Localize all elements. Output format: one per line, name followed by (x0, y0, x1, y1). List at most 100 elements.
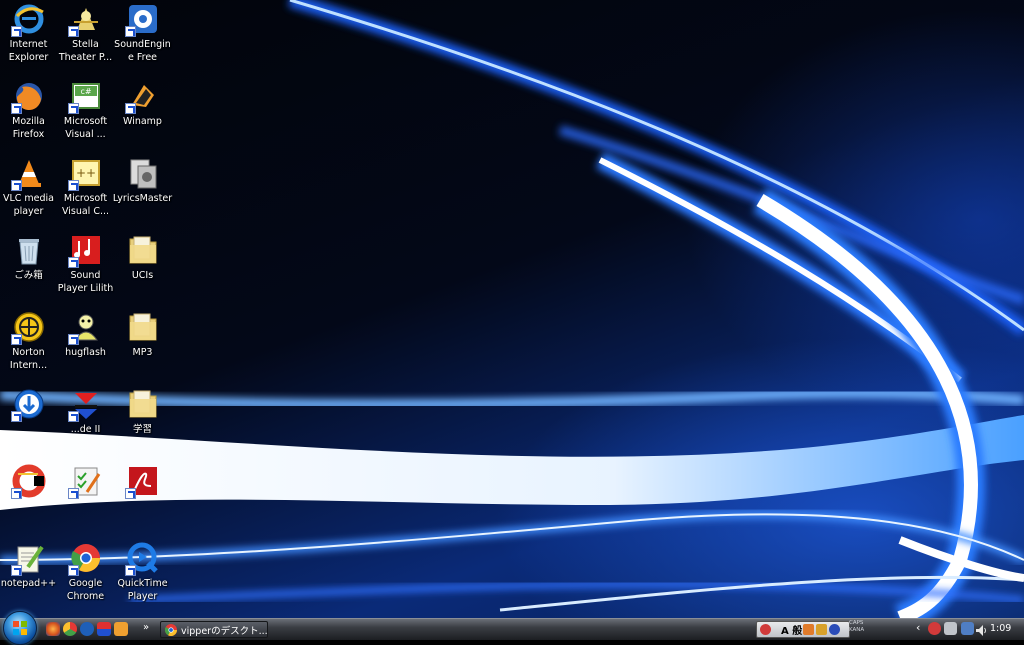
desktop-icon-label: 学習 (132, 424, 152, 435)
shortcut-arrow-icon (124, 26, 136, 37)
shortcut-arrow-icon (10, 26, 22, 37)
tray-app-icon[interactable] (944, 622, 957, 635)
desktop-icon-label: UCIs (131, 270, 154, 281)
quicklaunch-winamp-icon[interactable] (114, 622, 128, 636)
shortcut-arrow-icon (124, 565, 136, 576)
quicklaunch-red-blue-icon[interactable] (97, 622, 111, 636)
desktop-icon[interactable] (57, 462, 114, 539)
chrome-icon (67, 541, 103, 576)
desktop-icon[interactable]: ごみ箱 (0, 231, 57, 308)
quicklaunch-chevron[interactable]: » (143, 621, 149, 635)
hugflash-icon (67, 310, 103, 345)
language-bar[interactable]: A 般 (756, 621, 850, 638)
desktop-icon[interactable]: SoundEngine Free (114, 0, 171, 77)
desktop-icon-label: Microsoft Visual C... (61, 193, 110, 217)
desktop-icon-label: Sound Player Lilith (57, 270, 114, 294)
tray-expand-arrow[interactable]: ‹ (916, 621, 920, 635)
taskbar: » vipperのデスクト... A 般 CAPS KANA ‹ 1:09 (0, 611, 1024, 645)
chrome-icon (165, 623, 177, 636)
desktop-icon[interactable]: Stella Theater P... (57, 0, 114, 77)
visual-cpp-icon: ++ (67, 156, 103, 191)
volume-icon[interactable] (975, 622, 988, 636)
desktop-icon-label: Stella Theater P... (58, 39, 113, 63)
shortcut-arrow-icon (124, 488, 136, 499)
shortcut-arrow-icon (67, 257, 79, 268)
desktop-icon-label: VLC media player (2, 193, 55, 217)
desktop-icon-label: SoundEngine Free (114, 39, 171, 63)
desktop-icon[interactable]: UCIs (114, 231, 171, 308)
desktop-icon[interactable]: ++ Microsoft Visual C... (57, 154, 114, 231)
desktop-icon[interactable]: hugflash (57, 308, 114, 385)
windows-flag-icon (13, 621, 27, 635)
network-icon[interactable] (961, 622, 974, 635)
folder-icon (126, 387, 160, 421)
desktop-icon-label: Google Chrome (66, 578, 105, 602)
desktop-icon-label: ごみ箱 (14, 270, 43, 281)
desktop-icon[interactable]: Mozilla Firefox (0, 77, 57, 154)
desktop-icon-label: ...de II (70, 424, 101, 435)
quicklaunch-download-icon[interactable] (80, 622, 94, 636)
desktop[interactable]: Internet Explorer Stella Theater P... Soun… (0, 0, 1024, 618)
tray-antivirus-icon[interactable] (928, 622, 941, 635)
desktop-icon-label: LyricsMaster (112, 193, 173, 204)
desktop-icon[interactable]: 学習 (114, 385, 171, 462)
desktop-icon[interactable]: ...de II (57, 385, 114, 462)
ime-tools-icon[interactable] (803, 624, 814, 635)
winamp-icon (124, 79, 160, 114)
shortcut-arrow-icon (67, 103, 79, 114)
internet-explorer-icon (10, 2, 46, 37)
input-mode[interactable]: A 般 (781, 622, 802, 637)
shortcut-arrow-icon (124, 103, 136, 114)
desktop-icon-label: Winamp (123, 116, 162, 127)
red-arrows-icon (67, 387, 103, 422)
desktop-icon[interactable]: LyricsMaster (112, 154, 173, 231)
shortcut-arrow-icon (67, 565, 79, 576)
desktop-icon[interactable]: Sound Player Lilith (57, 231, 114, 308)
desktop-icon-label: Norton Intern... (9, 347, 48, 371)
desktop-icon-label: Internet Explorer (8, 39, 49, 63)
taskbar-window-button[interactable]: vipperのデスクト... (160, 621, 268, 638)
desktop-icon[interactable]: Winamp (114, 77, 171, 154)
folder-icon (126, 233, 160, 267)
shortcut-arrow-icon (67, 334, 79, 345)
desktop-icon[interactable]: notepad++ (0, 539, 57, 616)
shortcut-arrow-icon (67, 411, 79, 422)
norton-icon (10, 310, 46, 345)
desktop-icon[interactable] (0, 385, 57, 462)
desktop-icon-label: hugflash (65, 347, 106, 358)
folder-icon (126, 310, 160, 344)
desktop-icon[interactable] (114, 462, 171, 539)
visual-csharp-icon: c# (67, 79, 103, 114)
ccleaner-icon (10, 464, 46, 499)
desktop-icon[interactable]: MP3 (114, 308, 171, 385)
shortcut-arrow-icon (10, 411, 22, 422)
desktop-icon[interactable] (0, 462, 57, 539)
lilith-icon (67, 233, 103, 268)
desktop-icon-label: Mozilla Firefox (12, 116, 45, 140)
desktop-icon-label: MP3 (132, 347, 153, 358)
taskbar-window-label: vipperのデスクト... (181, 625, 268, 637)
shortcut-arrow-icon (10, 103, 22, 114)
quicklaunch-firefox-icon[interactable] (46, 622, 60, 636)
recycle-bin-icon (12, 233, 46, 267)
desktop-icon[interactable]: VLC media player (0, 154, 57, 231)
notepadpp-icon (10, 541, 46, 576)
ime-icon[interactable] (760, 624, 771, 635)
desktop-icon[interactable]: Norton Intern... (0, 308, 57, 385)
firefox-icon (10, 79, 46, 114)
ime-dictionary-icon[interactable] (816, 624, 827, 635)
checklist-icon (67, 464, 103, 499)
help-icon[interactable] (829, 624, 840, 635)
vlc-icon (10, 156, 46, 191)
desktop-icon[interactable]: QuickTime Player (114, 539, 171, 616)
desktop-icon[interactable]: Google Chrome (57, 539, 114, 616)
desktop-icon[interactable]: c# Microsoft Visual ... (57, 77, 114, 154)
quicklaunch-chrome-icon[interactable] (63, 622, 77, 636)
desktop-icon[interactable]: Internet Explorer (0, 0, 57, 77)
caps-kana-indicator: CAPS KANA (849, 620, 865, 633)
svg-text:++: ++ (75, 166, 95, 180)
shortcut-arrow-icon (10, 565, 22, 576)
shortcut-arrow-icon (10, 488, 22, 499)
clock[interactable]: 1:09 (990, 623, 1011, 634)
acrobat-icon (124, 464, 160, 499)
